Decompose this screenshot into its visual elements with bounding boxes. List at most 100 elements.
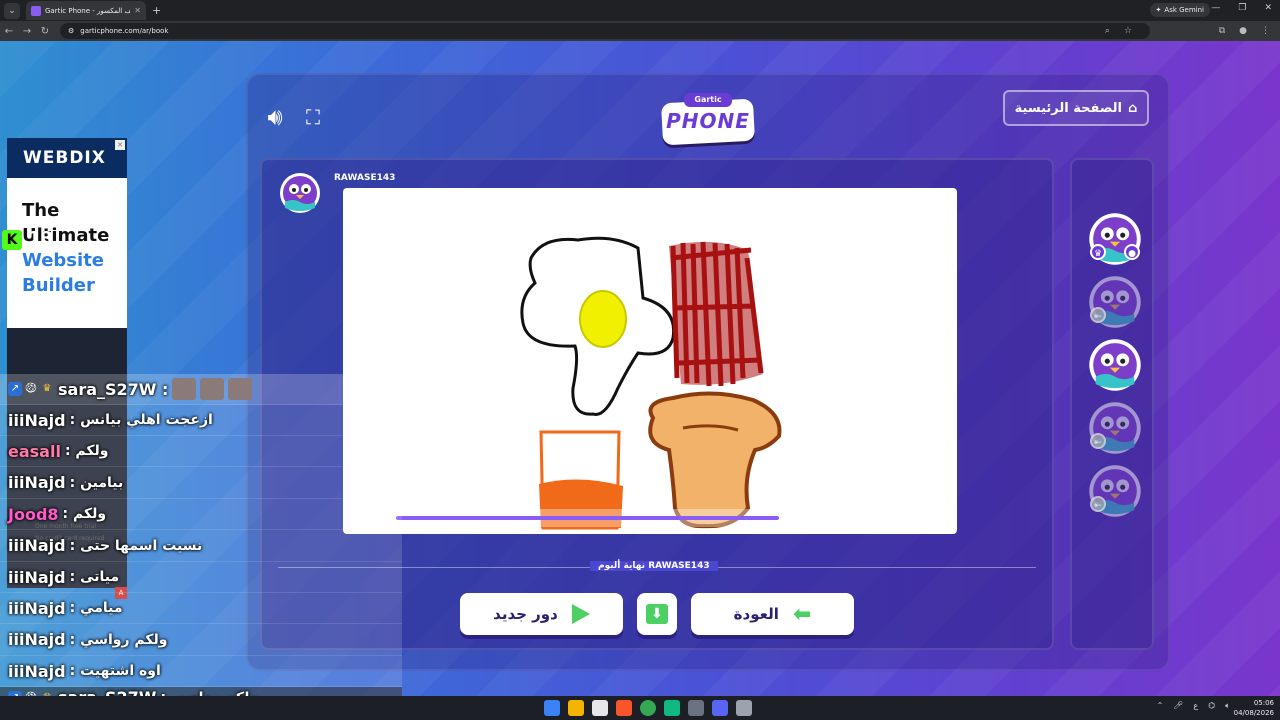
site-info-icon[interactable]: ⚙ <box>68 27 74 35</box>
timer-value: 0.1 <box>927 513 942 523</box>
ad-line-1: The <box>22 200 60 221</box>
chat-header-row: ↗ 🍪︎ ♛ sara_S27W : <box>0 374 402 405</box>
obs-icon[interactable] <box>688 700 704 716</box>
chat-message-row: iiiNajd: ميامي <box>0 593 402 625</box>
player-left-icon: ⇤ <box>1090 433 1106 449</box>
mic-icon[interactable]: 🎤︎ <box>1173 701 1183 711</box>
tab-search-icon[interactable]: ⌄ <box>4 2 20 19</box>
language-icon[interactable]: ع <box>1193 701 1198 711</box>
chat-message-text: : ولكم <box>64 443 109 460</box>
crown-icon: ♛ <box>42 383 52 394</box>
chat-message-text: : بيامين <box>69 474 124 491</box>
ad-line-4: Builder <box>22 275 95 296</box>
logo-phone: PHONE <box>666 109 750 133</box>
fullscreen-exit-icon[interactable]: ⛶ <box>298 103 328 131</box>
window-controls: — ❐ ✕ <box>1211 3 1272 13</box>
kick-count: 13 <box>28 228 54 249</box>
pin-icon: ↗ <box>8 382 22 396</box>
tray-expand-icon[interactable]: ⌃ <box>1157 701 1164 711</box>
ad-brand: WEBDIX <box>7 138 127 178</box>
emote-icon <box>200 378 225 400</box>
chat-message-row: easall: ولكم <box>0 436 402 468</box>
drawing-canvas <box>343 188 957 534</box>
chat-username: iiiNajd <box>8 630 66 650</box>
chat-username: iiiNajd <box>8 567 66 587</box>
profile-icon[interactable]: ● <box>1239 26 1247 36</box>
author-avatar <box>280 173 320 213</box>
chat-message-row: iiiNajd: مياتى <box>0 562 402 593</box>
back-button[interactable]: العودة ⬅ <box>691 593 854 635</box>
system-tray: ⌃ 🎤︎ ع ⌬ 🔈︎ <box>1157 701 1230 711</box>
settings-gear-icon[interactable] <box>736 700 752 716</box>
home-button-label: الصفحة الرئيسية <box>1014 100 1122 116</box>
playback-progress[interactable] <box>396 516 906 520</box>
address-actions: ⌕ ☆ <box>1105 26 1142 36</box>
new-round-button[interactable]: دور جديد <box>460 593 623 635</box>
forward-icon[interactable]: → <box>18 26 36 37</box>
clock-time: 05:06 <box>1253 699 1274 707</box>
windows-start-icon[interactable] <box>544 700 560 716</box>
you-user-icon: ● <box>1124 244 1140 260</box>
reload-icon[interactable]: ↻ <box>36 26 54 37</box>
close-tab-icon[interactable]: ✕ <box>134 6 141 15</box>
chat-message-text: : ازعجت اهلي بيانس <box>69 412 213 428</box>
chat-message-row: iiiNajd: اوه اشتهيت <box>0 656 402 688</box>
album-author-name: RAWASE143 <box>334 173 396 183</box>
download-icon: ⬇ <box>646 604 668 624</box>
taskbar-clock[interactable]: 05:06 04/08/2026 <box>1234 698 1274 718</box>
stream-chat-overlay: ↗ 🍪︎ ♛ sara_S27W : iiiNajd: ازعجت اهلي ب… <box>0 374 402 709</box>
network-icon[interactable]: ⌬ <box>1208 701 1215 711</box>
back-icon[interactable]: ← <box>0 26 18 37</box>
player-left-icon: ⇤ <box>1090 307 1106 323</box>
windows-taskbar: ⌃ 🎤︎ ع ⌬ 🔈︎ 05:06 04/08/2026 <box>0 696 1280 720</box>
player-avatar[interactable] <box>1088 338 1142 392</box>
home-button[interactable]: الصفحة الرئيسية ⌂ <box>1003 90 1149 126</box>
speaker-icon[interactable]: 🔈︎ <box>1225 701 1230 711</box>
chat-message-text: : نسيت اسمها حتى <box>69 537 203 554</box>
terminal-icon[interactable] <box>664 700 680 716</box>
cookie-icon: 🍪︎ <box>24 383 38 394</box>
extensions-icon[interactable]: ⧉ <box>1219 26 1225 36</box>
parrot-avatar-icon <box>1089 339 1141 391</box>
menu-icon[interactable]: ⋮ <box>1261 26 1270 36</box>
chat-username: iiiNajd <box>8 410 66 430</box>
drawing-sketch <box>520 236 782 530</box>
maximize-icon[interactable]: ❐ <box>1238 3 1246 13</box>
browser-toolbar: ← → ↻ ⚙ garticphone.com/ar/book ⌕ ☆ ⧉ ● … <box>0 21 1280 41</box>
emote-icon <box>228 378 253 400</box>
close-window-icon[interactable]: ✕ <box>1264 3 1272 13</box>
discord-icon[interactable] <box>712 700 728 716</box>
volume-icon[interactable]: 🔊︎ <box>260 103 290 131</box>
chat-username: Jood8 <box>8 504 59 524</box>
chat-message-row: iiiNajd: نسيت اسمها حتى <box>0 531 402 562</box>
chat-message-text: : مياتى <box>69 569 120 585</box>
bookmark-star-icon[interactable]: ☆ <box>1124 26 1132 36</box>
address-bar[interactable]: ⚙ garticphone.com/ar/book ⌕ ☆ <box>60 23 1150 39</box>
url-text: garticphone.com/ar/book <box>80 27 169 35</box>
notepad-icon[interactable] <box>592 700 608 716</box>
kick-logo-icon: K <box>2 230 22 250</box>
chat-badges: ↗ 🍪︎ ♛ <box>8 382 54 396</box>
new-tab-icon[interactable]: + <box>152 4 161 17</box>
chrome-icon[interactable] <box>640 700 656 716</box>
chat-username: iiiNajd <box>8 598 66 618</box>
chat-username: iiiNajd <box>8 661 66 681</box>
file-explorer-icon[interactable] <box>568 700 584 716</box>
brave-icon[interactable] <box>616 700 632 716</box>
chat-message-row: iiiNajd: ولكم رواسي <box>0 625 402 656</box>
chat-message-text: : اوه اشتهيت <box>69 663 161 680</box>
toolbar-actions: ⧉ ● ⋮ <box>1219 26 1280 36</box>
chat-header-user: sara_S27W : <box>58 379 169 399</box>
taskbar-apps <box>544 700 752 716</box>
back-button-label: العودة <box>733 605 779 623</box>
zoom-icon[interactable]: ⌕ <box>1105 26 1110 36</box>
minimize-icon[interactable]: — <box>1211 3 1220 13</box>
browser-tab[interactable]: Gartic Phone - الهاتف المكسور ✕ <box>26 1 146 20</box>
ask-gemini-button[interactable]: ✦ Ask Gemini <box>1149 3 1210 17</box>
chat-message-row: iiiNajd: بيامين <box>0 468 402 499</box>
download-button[interactable]: ⬇ <box>637 593 677 635</box>
chat-message-text: : ميامي <box>69 600 123 617</box>
ad-close-icon[interactable]: ✕ <box>115 140 125 150</box>
ask-gemini-label: Ask Gemini <box>1164 6 1204 14</box>
gartic-phone-logo: Gartic PHONE <box>660 91 756 146</box>
